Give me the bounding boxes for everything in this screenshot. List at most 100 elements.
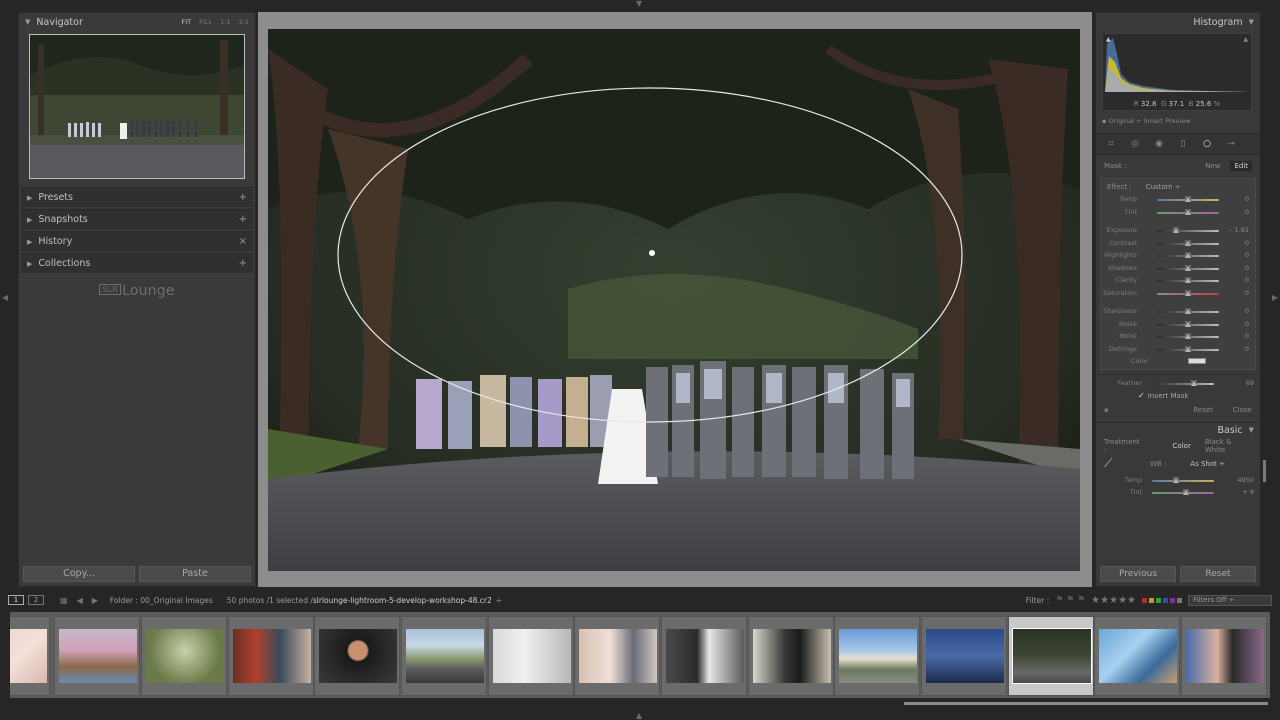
- temp-slider[interactable]: Temp 0: [1101, 193, 1255, 206]
- exposure-slider[interactable]: Exposure – 1.81: [1101, 224, 1255, 237]
- noise-slider[interactable]: Noise 0: [1101, 318, 1255, 331]
- defringe-slider[interactable]: Defringe 0: [1101, 343, 1255, 356]
- filters-off-dropdown[interactable]: Filters Off ÷: [1188, 594, 1272, 606]
- tint-slider[interactable]: Tint 0: [1101, 206, 1255, 219]
- top-panel-toggle-icon[interactable]: ▼: [636, 0, 642, 8]
- clear-history-icon[interactable]: ×: [239, 236, 247, 247]
- film-thumbnail[interactable]: [401, 616, 487, 696]
- copy-button[interactable]: Copy...: [23, 566, 135, 582]
- film-thumbnail[interactable]: [834, 616, 920, 696]
- saturation-slider[interactable]: Saturation 0: [1101, 287, 1255, 300]
- panel-presets[interactable]: ▶ Presets +: [21, 187, 253, 207]
- contrast-value[interactable]: 0: [1245, 239, 1249, 247]
- folder-path[interactable]: Folder : 00_Original Images: [110, 596, 213, 605]
- panel-snapshots[interactable]: ▶ Snapshots +: [21, 209, 253, 229]
- basic-tint-slider[interactable]: Tint + 9: [1096, 486, 1260, 499]
- film-thumbnail[interactable]: [1094, 616, 1180, 696]
- defringe-value[interactable]: 0: [1245, 345, 1249, 353]
- temp-thumb[interactable]: [1185, 196, 1191, 202]
- zoom-1-1[interactable]: 1:1: [220, 18, 230, 26]
- crop-icon[interactable]: ⌗: [1104, 137, 1118, 151]
- feather-track[interactable]: [1152, 383, 1214, 385]
- flag-filter-icons[interactable]: ⚑ ⚑ ⚑: [1055, 595, 1085, 605]
- eyedropper-icon[interactable]: ⟋: [1104, 456, 1120, 472]
- mask-edit-button[interactable]: Edit: [1230, 161, 1252, 171]
- defringe-thumb[interactable]: [1185, 345, 1191, 352]
- red-eye-icon[interactable]: ◉: [1152, 137, 1166, 151]
- graduated-filter-icon[interactable]: ▯: [1176, 137, 1190, 151]
- feather-thumb[interactable]: [1191, 380, 1198, 386]
- blue-label-icon[interactable]: [1163, 597, 1168, 603]
- treatment-color[interactable]: Color: [1173, 442, 1191, 450]
- mask-close-button[interactable]: Close: [1233, 406, 1252, 414]
- bottom-panel-toggle-icon[interactable]: ▲: [636, 712, 642, 720]
- film-thumbnail[interactable]: [1181, 616, 1267, 696]
- invert-mask-checkbox[interactable]: ✓ Invert Mask: [1096, 390, 1260, 402]
- film-thumbnail[interactable]: [748, 616, 834, 696]
- collapse-triangle-icon[interactable]: ▼: [1249, 426, 1254, 434]
- basic-header[interactable]: Basic ▼: [1096, 421, 1260, 438]
- reset-button[interactable]: Reset: [1180, 566, 1256, 582]
- highlights-slider[interactable]: Highlights 0: [1101, 249, 1255, 262]
- shadows-slider[interactable]: Shadows 0: [1101, 262, 1255, 275]
- clarity-slider[interactable]: Clarity 0: [1101, 274, 1255, 287]
- basic-temp-slider[interactable]: Temp 4950: [1096, 474, 1260, 487]
- basic-temp-track[interactable]: [1152, 479, 1214, 482]
- effect-dropdown[interactable]: Custom ÷: [1146, 183, 1181, 191]
- add-snapshot-icon[interactable]: +: [239, 214, 247, 225]
- moir--value[interactable]: 0: [1245, 332, 1249, 340]
- exposure-thumb[interactable]: [1172, 227, 1179, 233]
- radial-filter-icon[interactable]: ○: [1200, 137, 1214, 151]
- right-panel-toggle-icon[interactable]: ▶: [1272, 294, 1278, 302]
- film-thumbnail[interactable]: [54, 616, 140, 696]
- color-swatch[interactable]: [1187, 358, 1206, 364]
- filmstrip-scrollbar[interactable]: [0, 700, 1280, 706]
- clarity-thumb[interactable]: [1185, 277, 1191, 283]
- left-panel-toggle-icon[interactable]: ◀: [2, 294, 8, 302]
- saturation-value[interactable]: 0: [1245, 289, 1249, 297]
- rating-filter-stars[interactable]: ★★★★★: [1091, 595, 1136, 606]
- navigator-preview[interactable]: [29, 34, 245, 179]
- red-label-icon[interactable]: [1142, 597, 1147, 603]
- film-thumbnail[interactable]: [10, 616, 50, 696]
- next-arrow-icon[interactable]: ▶: [92, 596, 98, 605]
- temp-value[interactable]: 0: [1245, 195, 1249, 203]
- sharpness-value[interactable]: 0: [1245, 307, 1249, 315]
- right-panel-scrollbar[interactable]: [1263, 460, 1266, 482]
- noise-value[interactable]: 0: [1245, 320, 1249, 328]
- film-thumbnail[interactable]: [921, 616, 1007, 696]
- green-label-icon[interactable]: [1156, 597, 1161, 603]
- tint-thumb[interactable]: [1185, 208, 1191, 215]
- shadows-thumb[interactable]: [1185, 264, 1191, 271]
- highlights-value[interactable]: 0: [1245, 251, 1249, 259]
- highlight-clipping-icon[interactable]: ▲: [1243, 36, 1248, 43]
- purple-label-icon[interactable]: [1170, 597, 1175, 603]
- yellow-label-icon[interactable]: [1149, 597, 1154, 603]
- moir--thumb[interactable]: [1185, 333, 1191, 339]
- window-2-button[interactable]: 2: [28, 595, 44, 605]
- saturation-thumb[interactable]: [1185, 289, 1191, 296]
- basic-temp-value[interactable]: 4950: [1237, 476, 1254, 484]
- contrast-thumb[interactable]: [1185, 239, 1191, 246]
- exposure-value[interactable]: – 1.81: [1229, 226, 1249, 234]
- adjustment-brush-icon[interactable]: ⊸: [1224, 137, 1238, 151]
- treatment-bw[interactable]: Black & White: [1205, 438, 1252, 454]
- prev-arrow-icon[interactable]: ◀: [77, 596, 83, 605]
- histogram-header[interactable]: Histogram ▼: [1096, 13, 1260, 31]
- film-thumbnail[interactable]: [661, 616, 747, 696]
- moir--slider[interactable]: Moiré 0: [1101, 330, 1255, 343]
- exposure-track[interactable]: [1157, 230, 1219, 232]
- add-preset-icon[interactable]: +: [239, 192, 247, 203]
- tint-value[interactable]: 0: [1245, 208, 1249, 216]
- window-1-button[interactable]: 1: [8, 595, 24, 605]
- film-thumbnail[interactable]: [228, 616, 314, 696]
- filename-dropdown-icon[interactable]: ÷: [496, 596, 502, 605]
- selected-filename[interactable]: slrlounge-lightroom-5-develop-workshop-4…: [313, 596, 492, 605]
- navigator-header[interactable]: ▼ Navigator FIT FILL 1:1 3:1: [19, 13, 255, 31]
- no-label-icon[interactable]: [1177, 597, 1182, 603]
- paste-button[interactable]: Paste: [139, 566, 251, 582]
- basic-tint-thumb[interactable]: [1183, 489, 1190, 495]
- shadow-clipping-icon[interactable]: ▲: [1106, 36, 1111, 43]
- feather-value[interactable]: 69: [1246, 379, 1254, 387]
- photo-preview[interactable]: [268, 29, 1080, 571]
